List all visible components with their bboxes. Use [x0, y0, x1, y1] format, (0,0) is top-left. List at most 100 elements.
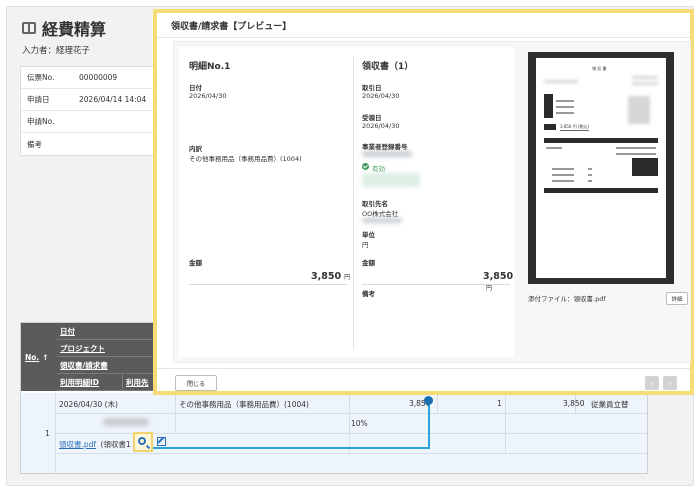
trade-date-label: 取引日	[362, 84, 382, 92]
receipt-file-link[interactable]: 領収書.pdf	[59, 440, 96, 449]
inputter-label: 入力者：経理花子	[22, 46, 91, 56]
preview-doc-title: 領 収 書	[592, 66, 607, 71]
row-payment: 従業員立替	[591, 400, 629, 409]
receipt-amount-label: 金額	[362, 259, 375, 267]
column-header-no[interactable]: No. ↑	[21, 323, 57, 391]
preview-zoom-button[interactable]	[133, 432, 153, 452]
received-date-value: 2026/04/30	[362, 122, 400, 130]
callout-line	[428, 400, 430, 448]
info-key: 伝票No.	[27, 73, 55, 82]
cell-divider	[349, 393, 350, 453]
row-qty: 1	[497, 399, 502, 408]
item-label: 内訳	[189, 145, 202, 153]
receipt-amount-unit: 円	[486, 285, 493, 292]
redacted-project	[103, 418, 149, 426]
redacted-registrant	[362, 173, 420, 187]
preview-line	[556, 112, 574, 114]
column-header-no-label[interactable]: No.	[25, 353, 39, 362]
row-item: その他事務用品（事務用品費）(1004)	[179, 400, 309, 409]
amount-unit: 円	[344, 274, 351, 281]
preview-page: 領 収 書 3,850 円 (税込)	[536, 58, 666, 278]
detail-button[interactable]: 詳細	[666, 292, 688, 305]
column-divider	[353, 57, 354, 349]
row-divider	[55, 453, 647, 454]
preview-stamp	[628, 96, 650, 124]
date-label: 日付	[189, 84, 202, 92]
valid-status: 有効	[372, 165, 385, 173]
column-header-usage-id[interactable]: 利用明細ID	[57, 374, 123, 390]
preview-line	[552, 180, 574, 182]
page-title: 経費精算	[22, 16, 106, 40]
edit-icon[interactable]	[157, 437, 166, 446]
info-table: 伝票No. 00000009 申請日 2026/04/14 14:04 申請No…	[20, 66, 160, 156]
cell-divider	[437, 393, 438, 413]
preview-line	[616, 147, 656, 149]
receipt-file: 領収書.pdf (領収書1	[59, 439, 131, 450]
partner-label: 取引先名	[362, 200, 388, 208]
trade-date-value: 2026/04/30	[362, 92, 400, 100]
preview-block	[632, 158, 658, 176]
received-date-label: 受領日	[362, 114, 382, 122]
receipt-heading: 領収書（1）	[362, 62, 414, 72]
next-page-button[interactable]: ›	[663, 376, 677, 390]
note-label: 備考	[362, 290, 375, 298]
info-key: 申請日	[27, 95, 50, 104]
preview-line	[556, 106, 574, 108]
partner-value: OO株式会社	[362, 210, 399, 218]
preview-block	[544, 94, 553, 118]
column-header-usage-dest[interactable]: 利用先	[123, 377, 149, 388]
preview-line	[552, 168, 574, 170]
zoom-icon	[138, 437, 146, 445]
detail-card: 明細No.1 日付 2026/04/30 内訳 その他事務用品（事務用品費）(1…	[179, 47, 514, 357]
unit-value: 円	[362, 241, 369, 249]
callout-dot	[424, 396, 433, 405]
check-circle-icon	[362, 163, 369, 170]
row-tax-rate: 10%	[351, 419, 368, 428]
detail-heading: 明細No.1	[189, 62, 231, 72]
amount-value: 3,850 円	[311, 271, 350, 282]
preview-blur	[632, 82, 658, 85]
amount-number: 3,850	[311, 271, 342, 282]
receipt-amount-value: 3,850 円	[483, 271, 514, 293]
preview-modal: 領収書/請求書【プレビュー】 明細No.1 日付 2026/04/30 内訳 そ…	[153, 9, 694, 395]
prev-page-button[interactable]: ‹	[645, 376, 659, 390]
receipt-amount-number: 3,850	[483, 271, 514, 282]
info-row: 申請日 2026/04/14 14:04	[21, 89, 159, 111]
document-preview[interactable]: 領 収 書 3,850 円 (税込)	[528, 52, 674, 284]
info-row: 伝票No. 00000009	[21, 67, 159, 89]
unit-label: 単位	[362, 231, 375, 239]
row-number: 1	[45, 429, 50, 438]
amount-underline	[362, 284, 510, 285]
preview-amount: 3,850 円 (税込)	[560, 124, 590, 131]
callout-line	[153, 447, 430, 449]
preview-line	[588, 168, 592, 170]
redacted-registration-no	[362, 151, 412, 157]
date-value: 2026/04/30	[189, 92, 227, 100]
preview-block	[544, 124, 556, 130]
amount-underline	[189, 284, 347, 285]
modal-body: 明細No.1 日付 2026/04/30 内訳 その他事務用品（事務用品費）(1…	[173, 41, 691, 363]
preview-line	[552, 174, 574, 176]
divider	[157, 37, 690, 38]
info-value: 2026/04/14 14:04	[79, 95, 147, 104]
preview-line	[616, 153, 656, 155]
info-row: 申請No.	[21, 111, 159, 133]
amount-label: 金額	[189, 259, 202, 267]
divider	[157, 368, 690, 369]
close-button[interactable]: 閉じる	[175, 375, 217, 391]
cell-divider	[505, 393, 506, 453]
preview-line	[556, 100, 574, 102]
info-value: 00000009	[79, 73, 118, 82]
book-icon	[22, 22, 36, 34]
info-row: 備考	[21, 133, 159, 155]
preview-table-header	[544, 138, 658, 143]
modal-title: 領収書/請求書【プレビュー】	[171, 22, 292, 32]
preview-blur	[544, 80, 578, 83]
info-key: 申請No.	[27, 117, 55, 126]
attachment-label: 添付ファイル：領収書.pdf	[528, 295, 606, 303]
preview-line	[546, 147, 562, 149]
sort-arrow-icon: ↑	[42, 352, 49, 362]
preview-table-footer	[544, 188, 658, 193]
receipt-file-note: (領収書1	[100, 440, 131, 449]
redacted-partner-detail	[362, 218, 402, 223]
